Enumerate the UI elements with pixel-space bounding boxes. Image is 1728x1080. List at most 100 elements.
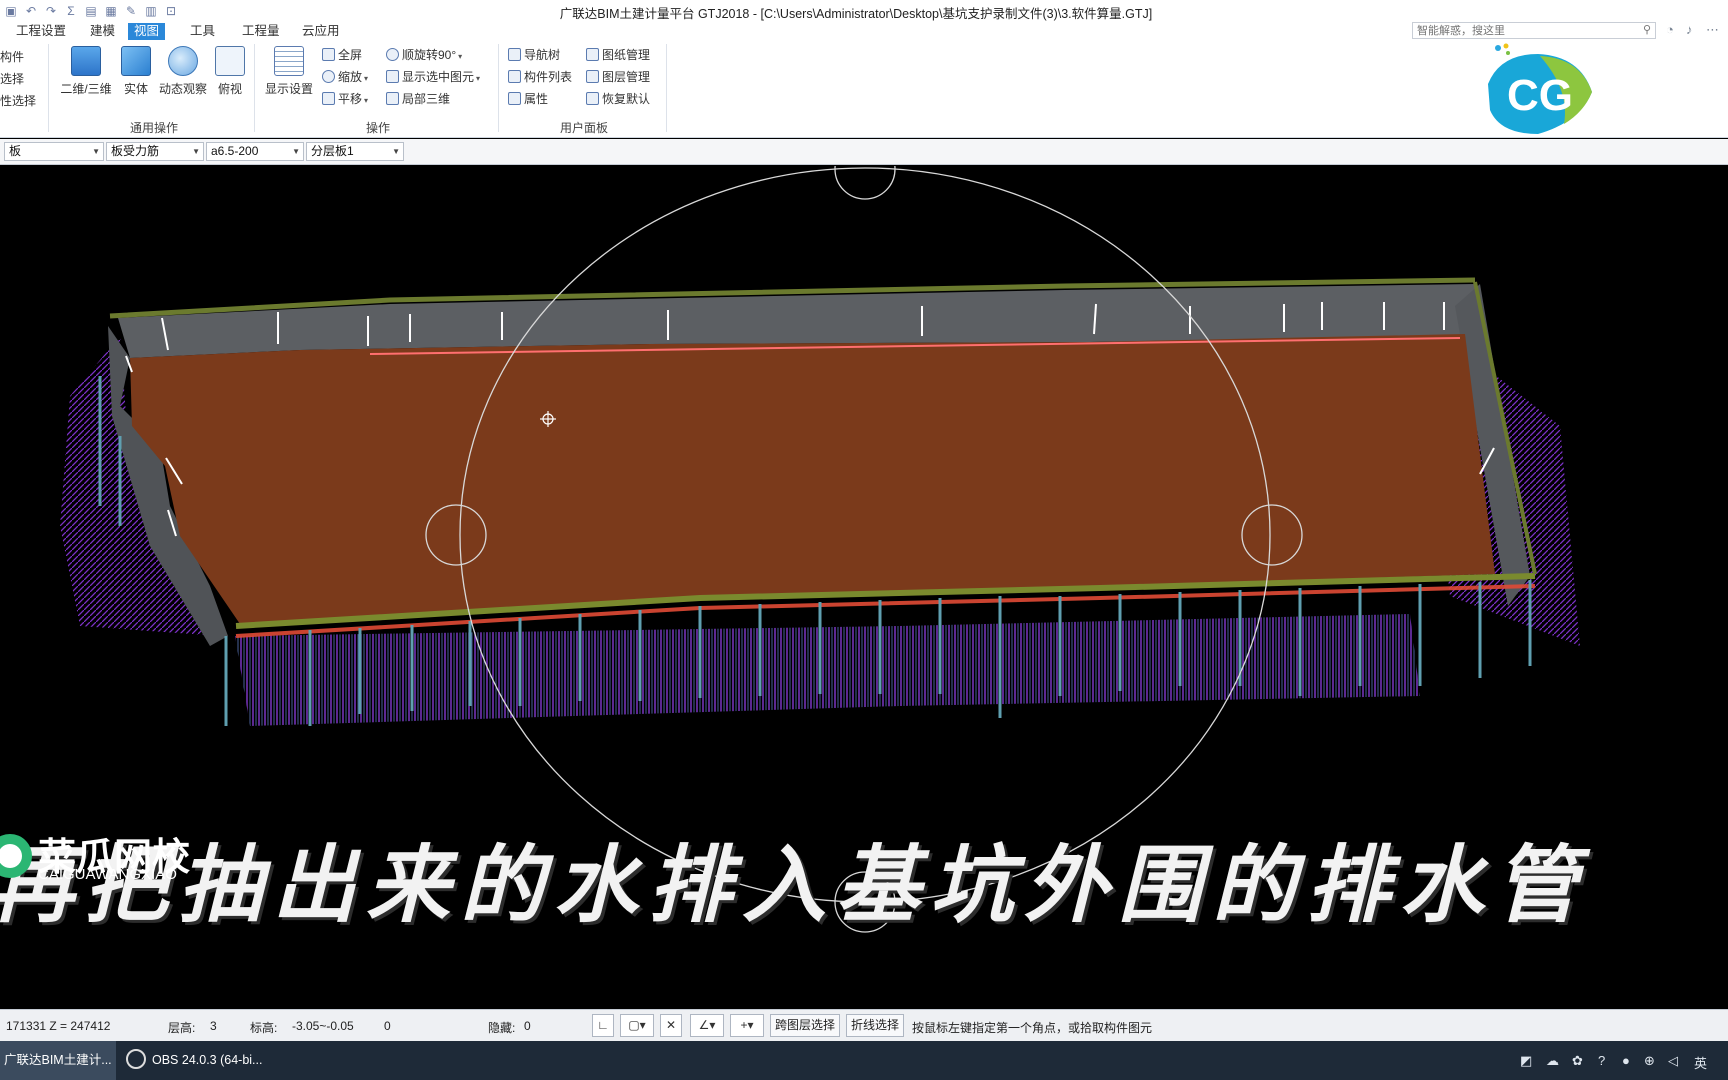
- ribbon-separator: [254, 44, 255, 132]
- view-2d3d-icon: [71, 46, 101, 76]
- volume-icon[interactable]: ◁: [1668, 1053, 1678, 1069]
- coordinate-readout: 171331 Z = 247412: [6, 1019, 111, 1033]
- tray-color-icon[interactable]: ✿: [1572, 1053, 1583, 1069]
- chevron-down-icon: ▼: [192, 147, 200, 156]
- chevron-down-icon: ▼: [92, 147, 100, 156]
- elevation-zero: 0: [384, 1019, 391, 1033]
- dimension-icon[interactable]: +▾: [730, 1014, 764, 1037]
- floor-height-value: 3: [210, 1019, 217, 1033]
- hidden-value: 0: [524, 1019, 531, 1033]
- layer-manager-button[interactable]: 图层管理: [586, 68, 650, 86]
- pan-icon: [322, 92, 335, 105]
- group-label-user-panel: 用户面板: [560, 121, 609, 135]
- layer-manager-icon: [586, 70, 599, 83]
- cross-layer-select-button[interactable]: 跨图层选择: [770, 1014, 841, 1037]
- taskbar-item-gtj[interactable]: 广联达BIM土建计...: [0, 1041, 116, 1080]
- polyline-select-button[interactable]: 折线选择: [846, 1014, 905, 1037]
- drawing-manager-icon: [586, 48, 599, 61]
- component-list-button[interactable]: 构件列表: [508, 68, 572, 86]
- zoom-button[interactable]: 缩放 ▾: [322, 68, 368, 86]
- zoom-icon: [322, 70, 335, 83]
- cube-icon: [121, 46, 151, 76]
- tray-app-icon[interactable]: ◩: [1520, 1053, 1532, 1069]
- properties-icon: [508, 92, 521, 105]
- obs-icon: [126, 1049, 146, 1069]
- network-icon[interactable]: ⊕: [1644, 1053, 1655, 1069]
- orbit-label: 动态观察: [158, 82, 207, 96]
- view-2d3d-button[interactable]: 二维/三维: [58, 46, 114, 97]
- solid-button[interactable]: 实体: [118, 46, 154, 97]
- orbit-icon: [168, 46, 198, 76]
- ribbon-stub-select[interactable]: 选择: [0, 70, 24, 87]
- display-settings-label: 显示设置: [264, 82, 313, 96]
- nav-tree-icon: [508, 48, 521, 61]
- ribbon-separator: [666, 44, 667, 132]
- local-3d-icon: [386, 92, 399, 105]
- ribbon-stub-property-select[interactable]: 性选择: [0, 92, 36, 109]
- orbit-button[interactable]: 动态观察: [156, 46, 210, 97]
- cross-snap-icon[interactable]: ✕: [660, 1014, 682, 1037]
- input-language[interactable]: 英: [1694, 1053, 1707, 1072]
- menu-project-settings[interactable]: 工程设置: [10, 23, 72, 40]
- menu-quantities[interactable]: 工程量: [236, 23, 286, 40]
- ribbon: 构件 选择 性选择 二维/三维 实体 动态观察 俯视 通用操作 显示设置 全屏 …: [0, 40, 1728, 138]
- hidden-label: 隐藏:: [488, 1021, 516, 1035]
- search-icon[interactable]: ⚲: [1643, 23, 1651, 36]
- ribbon-stub-component[interactable]: 构件: [0, 48, 24, 65]
- component-list-icon: [508, 70, 521, 83]
- taskbar-item-obs[interactable]: OBS 24.0.3 (64-bi...: [122, 1041, 274, 1080]
- chevron-down-icon: ▼: [392, 147, 400, 156]
- menu-tools[interactable]: 工具: [184, 23, 221, 40]
- properties-button[interactable]: 属性: [508, 90, 548, 108]
- search-input[interactable]: [1413, 23, 1633, 39]
- title-bar: ▣ ↶ ↷ Σ ▤ ▦ ✎ ▥ ⊡ 广联达BIM土建计量平台 GTJ2018 -…: [0, 0, 1728, 22]
- angle-icon[interactable]: ∠▾: [690, 1014, 724, 1037]
- group-label-general: 通用操作: [130, 121, 179, 135]
- component-selector-bar: 板 ▼ 板受力筋 ▼ a6.5-200 ▼ 分层板1 ▼: [0, 139, 1728, 165]
- rebar-type-select[interactable]: 板受力筋 ▼: [106, 142, 204, 161]
- fullscreen-button[interactable]: 全屏: [322, 46, 362, 64]
- display-settings-button[interactable]: 显示设置: [262, 46, 316, 97]
- fullscreen-icon: [322, 48, 335, 61]
- ribbon-separator: [498, 44, 499, 132]
- menu-view[interactable]: 视图: [128, 23, 166, 40]
- svg-text:CG: CG: [1507, 71, 1573, 120]
- watermark-pinyin: CAIGUAWANGXIAO: [38, 866, 177, 883]
- taskbar: 广联达BIM土建计... OBS 24.0.3 (64-bi... ◩ ☁ ✿ …: [0, 1041, 1728, 1080]
- menu-cloud[interactable]: 云应用: [296, 23, 346, 40]
- local-3d-button[interactable]: 局部三维: [386, 90, 450, 108]
- status-bar: 171331 Z = 247412 层高: 3 标高: -3.05~-0.05 …: [0, 1009, 1728, 1041]
- chevron-down-icon: ▼: [292, 147, 300, 156]
- rotate-90-button[interactable]: 顺旋转90° ▾: [386, 46, 462, 64]
- display-settings-icon: [274, 46, 304, 76]
- search-box[interactable]: ⚲: [1412, 22, 1656, 39]
- slab-layer-select[interactable]: 分层板1 ▼: [306, 142, 404, 161]
- element-type-select[interactable]: 板 ▼: [4, 142, 104, 161]
- video-subtitle: 再把抽出来的水排入基坑外围的排水管: [0, 836, 1589, 934]
- microphone-icon[interactable]: ●: [1622, 1053, 1630, 1068]
- view-2d3d-label: 二维/三维: [60, 82, 112, 96]
- tray-help-icon[interactable]: ?: [1598, 1053, 1605, 1068]
- menu-modeling[interactable]: 建模: [84, 23, 121, 40]
- bell-icon[interactable]: ♪: [1686, 22, 1693, 37]
- rotate-icon: [386, 48, 399, 61]
- window-title: 广联达BIM土建计量平台 GTJ2018 - [C:\Users\Adminis…: [559, 7, 1153, 21]
- more-icon[interactable]: ⋯: [1706, 22, 1719, 38]
- show-selected-button[interactable]: 显示选中图元 ▾: [386, 68, 480, 86]
- restore-default-icon: [586, 92, 599, 105]
- floor-height-label: 层高:: [168, 1021, 196, 1035]
- restore-default-button[interactable]: 恢复默认: [586, 90, 650, 108]
- top-view-icon: [215, 46, 245, 76]
- group-label-operate: 操作: [366, 121, 391, 135]
- pan-button[interactable]: 平移 ▾: [322, 90, 368, 108]
- tray-cloud-icon[interactable]: ☁: [1546, 1053, 1559, 1069]
- drawing-manager-button[interactable]: 图纸管理: [586, 46, 650, 64]
- top-view-button[interactable]: 俯视: [214, 46, 246, 97]
- nav-tree-button[interactable]: 导航树: [508, 46, 560, 64]
- ortho-icon[interactable]: ∟: [592, 1014, 614, 1037]
- top-view-label: 俯视: [217, 82, 242, 96]
- snap-icon[interactable]: ▢▾: [620, 1014, 654, 1037]
- cg-logo: CG: [1488, 43, 1592, 134]
- user-icon[interactable]: ◔: [1666, 22, 1674, 37]
- rebar-spec-select[interactable]: a6.5-200 ▼: [206, 142, 304, 161]
